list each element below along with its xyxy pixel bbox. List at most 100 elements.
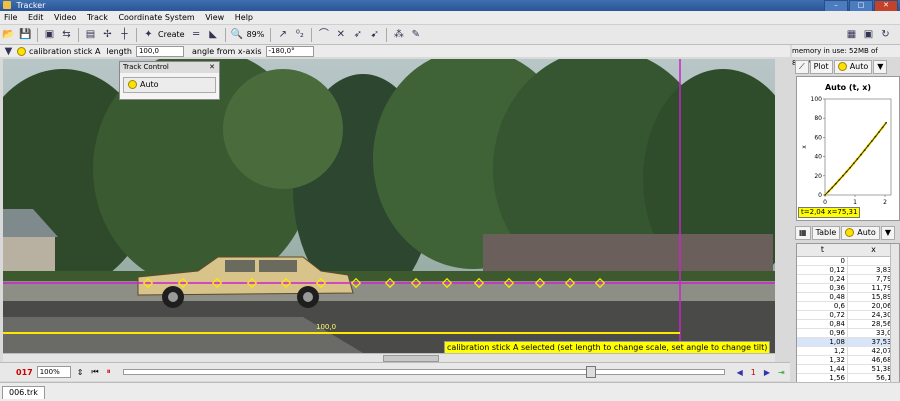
rate-spinner-icon[interactable]: ⇕	[77, 368, 84, 377]
close-icon[interactable]: ✕	[209, 62, 215, 73]
save-icon[interactable]: 💾	[19, 28, 32, 41]
data-table[interactable]: t x 000,123,8390,247,7940,3611,7980,4815…	[796, 243, 900, 385]
coordinate-axes-icon[interactable]: ✢	[101, 28, 114, 41]
table-cell-t: 1,32	[797, 356, 848, 364]
auto-track-button[interactable]: Auto	[123, 77, 216, 93]
pause-icon[interactable]: ⏸	[107, 367, 111, 377]
file-tab[interactable]: 006.trk	[2, 386, 45, 399]
plot-readout: t=2,04 x=75,31	[798, 207, 861, 218]
video-horizontal-scrollbar[interactable]	[3, 353, 775, 362]
menu-view[interactable]: View	[205, 13, 224, 22]
menu-track[interactable]: Track	[87, 13, 108, 22]
track-control-title: Track Control	[123, 63, 169, 71]
table-row[interactable]: 1,44 51,384	[797, 365, 899, 374]
sync-icon[interactable]: ↻	[879, 28, 892, 41]
table-row[interactable]: 0,48 15,895	[797, 293, 899, 302]
table-track-label: Auto	[857, 228, 876, 237]
step-size[interactable]: 1	[751, 368, 756, 377]
calibration-icon[interactable]: ┼	[118, 28, 131, 41]
scroll-thumb[interactable]	[383, 355, 439, 362]
velocity-icon[interactable]: ➶	[351, 28, 364, 41]
tab-table[interactable]: Table	[811, 226, 841, 240]
menu-video[interactable]: Video	[54, 13, 76, 22]
reset-icon[interactable]: ⏮	[91, 367, 98, 377]
clip-settings-icon[interactable]: ▤	[84, 28, 97, 41]
table-cell-t: 0,84	[797, 320, 848, 328]
table-cell-t: 0,12	[797, 266, 848, 274]
refresh-icon[interactable]: ▣	[862, 28, 875, 41]
protractor-icon[interactable]: ◣	[207, 28, 220, 41]
mark-icon[interactable]: ✕	[334, 28, 347, 41]
angle-field[interactable]: -180,0°	[265, 45, 314, 57]
table-row[interactable]: 0,84 28,561	[797, 320, 899, 329]
plot-icon[interactable]: ⟋	[795, 60, 809, 74]
length-field[interactable]: 100,0	[135, 45, 184, 57]
table-scrollbar[interactable]	[890, 244, 899, 384]
y-tick-label: 20	[814, 173, 822, 180]
video-view[interactable]: 100,0	[3, 59, 775, 353]
ruler-icon[interactable]: ═	[190, 28, 203, 41]
table-row[interactable]: 0,12 3,839	[797, 266, 899, 275]
plot-view[interactable]: Auto (t, x) 020406080100012tx t=2,04 x=7…	[796, 76, 900, 221]
series-point	[885, 121, 887, 124]
auto-track-label: Auto	[140, 80, 159, 89]
series-point	[874, 135, 877, 138]
plot-track-selector[interactable]: Auto	[833, 60, 873, 74]
video-frame[interactable]: 100,0	[3, 59, 775, 353]
plot-canvas[interactable]: 020406080100012tx	[797, 77, 899, 220]
menu-coordinate-system[interactable]: Coordinate System	[118, 13, 194, 22]
track-name[interactable]: calibration stick A	[29, 47, 100, 56]
footprint-icon[interactable]: ⁂	[392, 28, 405, 41]
notes-icon[interactable]: ▦	[845, 28, 858, 41]
create-track-icon[interactable]: ✦	[142, 28, 155, 41]
annotation-icon[interactable]: ✎	[409, 28, 422, 41]
frame-slider[interactable]	[122, 366, 725, 378]
chevron-down-icon[interactable]: ▼	[873, 60, 888, 74]
frame-number[interactable]: 017	[16, 368, 33, 377]
table-row[interactable]: 0,72 24,307	[797, 311, 899, 320]
rate-field[interactable]: 100%	[36, 366, 71, 378]
x-tick-label: 0	[823, 199, 827, 206]
zoom-level[interactable]: 89%	[247, 30, 265, 39]
point-pair-icon[interactable]: ⁰₂	[293, 28, 306, 41]
menu-file[interactable]: File	[4, 13, 17, 22]
series-point	[881, 126, 884, 129]
track-control-panel: Track Control ✕ Auto	[119, 61, 220, 100]
acceleration-icon[interactable]: ➹	[368, 28, 381, 41]
table-row[interactable]: 1,08 37,539	[797, 338, 899, 347]
step-back-icon[interactable]: ◀	[737, 368, 743, 377]
video-link-icon[interactable]: ⇆	[60, 28, 73, 41]
table-cell-t: 0	[797, 257, 848, 265]
table-row[interactable]: 0,24 7,794	[797, 275, 899, 284]
menu-edit[interactable]: Edit	[28, 13, 44, 22]
step-forward-icon[interactable]: ▶	[764, 368, 770, 377]
trace-icon[interactable]: ↗	[276, 28, 289, 41]
open-video-icon[interactable]: ▣	[43, 28, 56, 41]
menu-help[interactable]: Help	[235, 13, 253, 22]
track-menu-icon[interactable]: ▼	[2, 45, 15, 58]
zoom-icon[interactable]: 🔍	[231, 28, 244, 41]
chevron-down-icon[interactable]: ▼	[880, 226, 895, 240]
folder-open-icon[interactable]: 📂	[2, 28, 15, 41]
path-icon[interactable]: ⌒	[317, 28, 330, 41]
table-row[interactable]: 0,6 20,069	[797, 302, 899, 311]
plot-area	[824, 98, 892, 196]
series-point	[824, 194, 826, 196]
create-button[interactable]: Create	[158, 30, 185, 39]
table-row[interactable]: 0,96 33,06	[797, 329, 899, 338]
table-row[interactable]: 1,2 42,079	[797, 347, 899, 356]
table-track-selector[interactable]: Auto	[841, 226, 880, 240]
angle-label: angle from x-axis	[191, 46, 262, 56]
table-row[interactable]: 00	[797, 257, 899, 266]
series-point	[856, 158, 859, 160]
table-icon[interactable]: ▦	[795, 226, 811, 240]
slider-knob[interactable]	[585, 366, 596, 378]
loop-icon[interactable]: ⇥	[778, 368, 785, 377]
table-row[interactable]: 0,36 11,798	[797, 284, 899, 293]
table-cell-t: 1,08	[797, 338, 848, 346]
column-header-t[interactable]: t	[797, 244, 848, 256]
tab-plot[interactable]: Plot	[809, 60, 833, 74]
table-row[interactable]: 1,32 46,688	[797, 356, 899, 365]
x-tick-label: 1	[853, 199, 857, 206]
series-point	[842, 174, 844, 177]
